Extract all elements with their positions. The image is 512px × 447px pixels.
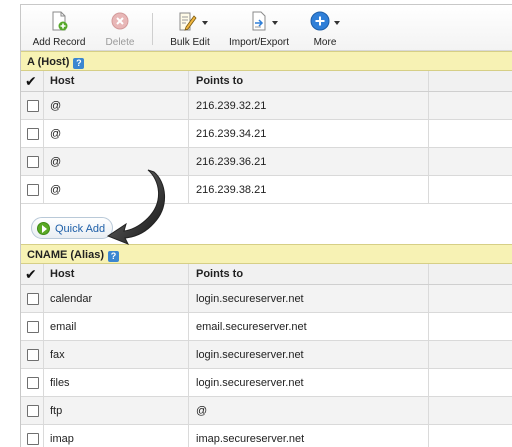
points-to-column-header: Points to bbox=[196, 268, 244, 280]
points-to-cell: login.secureserver.net bbox=[196, 293, 304, 305]
row-checkbox[interactable] bbox=[27, 128, 39, 140]
row-checkbox[interactable] bbox=[27, 377, 39, 389]
help-icon[interactable]: ? bbox=[73, 58, 85, 69]
a-host-table: ✔ Host Points to @ 216.239.32.21 @ 216.2… bbox=[21, 71, 512, 204]
import-export-dropdown-caret bbox=[272, 21, 278, 25]
add-record-button[interactable]: Add Record bbox=[29, 7, 89, 49]
import-export-button[interactable]: Import/Export bbox=[227, 7, 291, 49]
host-cell: imap bbox=[50, 433, 74, 445]
table-row[interactable]: @ 216.239.38.21 bbox=[21, 176, 512, 204]
toolbar: Add Record Delete Bulk Edit Import/Expor… bbox=[21, 5, 512, 51]
table-row[interactable]: files login.secureserver.net bbox=[21, 369, 512, 397]
table-row[interactable]: email email.secureserver.net bbox=[21, 313, 512, 341]
host-cell: email bbox=[50, 321, 77, 333]
a-host-section-title: A (Host) bbox=[27, 56, 70, 68]
delete-button[interactable]: Delete bbox=[99, 7, 141, 49]
cname-section-title: CNAME (Alias) bbox=[27, 249, 105, 261]
points-to-column-header: Points to bbox=[196, 75, 244, 87]
quick-add-area: Quick Add bbox=[21, 212, 512, 244]
host-column-header: Host bbox=[50, 268, 75, 280]
points-to-cell: 216.239.36.21 bbox=[196, 156, 267, 168]
import-export-icon bbox=[252, 11, 266, 31]
select-all-cell[interactable]: ✔ bbox=[21, 71, 44, 91]
row-checkbox[interactable] bbox=[27, 293, 39, 305]
row-checkbox[interactable] bbox=[27, 433, 39, 445]
points-to-cell: 216.239.32.21 bbox=[196, 100, 267, 112]
host-cell: ftp bbox=[50, 405, 63, 417]
host-cell: @ bbox=[50, 100, 62, 112]
points-to-cell: 216.239.34.21 bbox=[196, 128, 267, 140]
points-to-cell: login.secureserver.net bbox=[196, 377, 304, 389]
more-label: More bbox=[313, 37, 337, 48]
points-to-cell: email.secureserver.net bbox=[196, 321, 307, 333]
table-row[interactable]: @ 216.239.36.21 bbox=[21, 148, 512, 176]
table-header-row: ✔ Host Points to bbox=[21, 71, 512, 92]
points-to-cell: imap.secureserver.net bbox=[196, 433, 305, 445]
row-checkbox[interactable] bbox=[27, 321, 39, 333]
table-row[interactable]: imap imap.secureserver.net bbox=[21, 425, 512, 447]
table-row[interactable]: ftp @ bbox=[21, 397, 512, 425]
delete-label: Delete bbox=[105, 37, 135, 48]
host-cell: files bbox=[50, 377, 70, 389]
bulk-edit-button[interactable]: Bulk Edit bbox=[169, 7, 211, 49]
select-all-checkmark-icon[interactable]: ✔ bbox=[25, 266, 37, 282]
delete-icon bbox=[111, 12, 129, 30]
row-checkbox[interactable] bbox=[27, 156, 39, 168]
bulk-edit-label: Bulk Edit bbox=[170, 37, 210, 48]
more-dropdown-caret bbox=[334, 21, 340, 25]
host-cell: fax bbox=[50, 349, 65, 361]
a-host-section-header: A (Host)? bbox=[21, 51, 512, 71]
select-all-checkmark-icon[interactable]: ✔ bbox=[25, 73, 37, 89]
row-checkbox[interactable] bbox=[27, 349, 39, 361]
table-row[interactable]: @ 216.239.34.21 bbox=[21, 120, 512, 148]
points-to-cell: login.secureserver.net bbox=[196, 349, 304, 361]
dns-manager-panel: Add Record Delete Bulk Edit Import/Expor… bbox=[20, 4, 512, 447]
row-checkbox[interactable] bbox=[27, 184, 39, 196]
quick-add-label: Quick Add bbox=[55, 223, 106, 235]
table-row[interactable]: @ 216.239.32.21 bbox=[21, 92, 512, 120]
play-icon bbox=[37, 222, 50, 235]
points-to-cell: @ bbox=[196, 405, 208, 417]
import-export-label: Import/Export bbox=[228, 37, 290, 48]
curved-arrow-annotation-icon bbox=[106, 169, 165, 245]
cname-table: ✔ Host Points to calendar login.securese… bbox=[21, 264, 512, 447]
cname-section-header: CNAME (Alias)? bbox=[21, 244, 512, 264]
help-icon[interactable]: ? bbox=[108, 251, 120, 262]
host-cell: @ bbox=[50, 156, 62, 168]
add-record-label: Add Record bbox=[32, 37, 86, 48]
points-to-cell: 216.239.38.21 bbox=[196, 184, 267, 196]
table-row[interactable]: calendar login.secureserver.net bbox=[21, 285, 512, 313]
more-button[interactable]: More bbox=[305, 7, 345, 49]
bulk-edit-icon bbox=[179, 12, 197, 31]
row-checkbox[interactable] bbox=[27, 405, 39, 417]
table-header-row: ✔ Host Points to bbox=[21, 264, 512, 285]
host-cell: @ bbox=[50, 128, 62, 140]
host-cell: @ bbox=[50, 184, 62, 196]
bulk-edit-dropdown-caret bbox=[202, 21, 208, 25]
host-column-header: Host bbox=[50, 75, 75, 87]
table-row[interactable]: fax login.secureserver.net bbox=[21, 341, 512, 369]
row-checkbox[interactable] bbox=[27, 100, 39, 112]
more-icon bbox=[310, 11, 330, 31]
toolbar-divider bbox=[152, 13, 153, 45]
select-all-cell[interactable]: ✔ bbox=[21, 264, 44, 284]
add-record-icon bbox=[52, 11, 68, 31]
host-cell: calendar bbox=[50, 293, 93, 305]
